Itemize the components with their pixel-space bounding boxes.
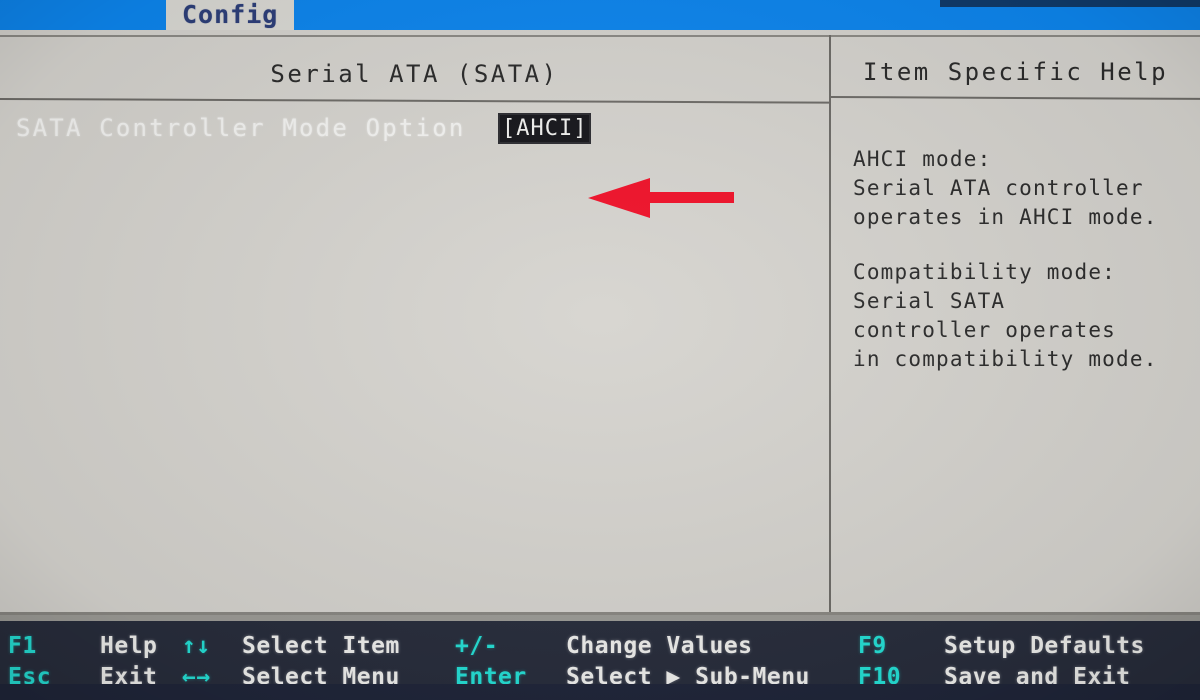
status-desc-setup-defaults: Setup Defaults xyxy=(944,633,1145,659)
help-line: in compatibility mode. xyxy=(853,347,1158,371)
setting-label-sata-controller-mode: SATA Controller Mode Option xyxy=(16,114,466,142)
main-panel-header-rule xyxy=(0,98,829,104)
help-paragraph-compatibility: Compatibility mode: Serial SATA controll… xyxy=(853,258,1200,374)
status-row[interactable]: F9 Setup Defaults xyxy=(858,633,1145,664)
panel-vertical-divider xyxy=(829,35,831,615)
status-desc-help: Help xyxy=(100,633,158,659)
help-line: AHCI mode: xyxy=(853,147,992,171)
help-paragraph-ahci: AHCI mode: Serial ATA controller operate… xyxy=(853,145,1200,232)
help-line: Compatibility mode: xyxy=(853,260,1117,284)
help-panel-body: AHCI mode: Serial ATA controller operate… xyxy=(853,145,1200,400)
setting-row-sata-controller-mode[interactable]: SATA Controller Mode Option [AHCI] xyxy=(0,108,829,148)
bios-setup-screen: Config Serial ATA (SATA) Item Specific H… xyxy=(0,0,1200,700)
status-row[interactable]: +/- Change Values xyxy=(455,633,810,664)
settings-list: SATA Controller Mode Option [AHCI] xyxy=(0,108,829,148)
tab-bar-left-fill xyxy=(0,0,166,26)
red-annotation-arrow xyxy=(588,178,734,218)
arrow-up-down-icon: ↑↓ xyxy=(182,633,211,659)
status-key-plus-minus: +/- xyxy=(455,633,499,659)
function-key-legend-bar: F1 Help Esc Exit ↑↓ Select Item ←→ Selec… xyxy=(0,615,1200,700)
tab-config[interactable]: Config xyxy=(166,0,295,30)
status-row[interactable]: F1 Help xyxy=(8,633,157,664)
status-desc-change-values: Change Values xyxy=(566,633,753,659)
menu-tab-bar: Config xyxy=(0,0,1200,30)
content-top-border xyxy=(0,35,1200,37)
status-desc-select-item: Select Item xyxy=(242,633,400,659)
status-key-f9: F9 xyxy=(858,633,887,659)
help-line: Serial SATA xyxy=(853,289,1006,313)
status-bar-top-edge xyxy=(0,615,1200,621)
status-bar-bottom-edge xyxy=(0,684,1200,700)
setup-content-area: Serial ATA (SATA) Item Specific Help SAT… xyxy=(0,30,1200,615)
help-panel-title: Item Specific Help xyxy=(862,58,1169,86)
help-panel-header-rule xyxy=(830,96,1200,100)
help-line: operates in AHCI mode. xyxy=(853,205,1158,229)
status-key-f1: F1 xyxy=(8,633,37,659)
status-row[interactable]: ↑↓ Select Item xyxy=(182,633,400,664)
help-line: controller operates xyxy=(853,318,1117,342)
main-panel-title: Serial ATA (SATA) xyxy=(270,60,559,88)
help-line: Serial ATA controller xyxy=(853,176,1144,200)
setting-value-sata-controller-mode[interactable]: [AHCI] xyxy=(498,112,592,144)
tab-bar-edge-shadow xyxy=(940,0,1200,7)
